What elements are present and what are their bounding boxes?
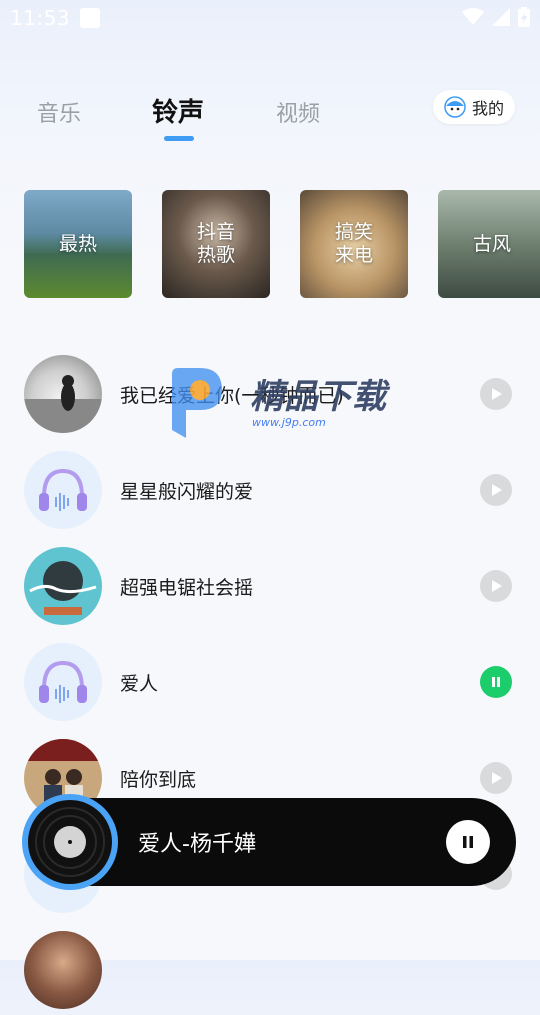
category-label: 最热 [58,232,97,255]
mine-label: 我的 [471,99,504,118]
song-row[interactable]: 星星般闪耀的爱 [0,445,540,535]
song-title: 星星般闪耀的爱 [120,481,254,503]
photo-man-icon [24,931,102,1009]
category-label: 古风 [472,232,511,255]
category-card-funny[interactable]: 搞笑 来电 [300,190,408,298]
mine-button[interactable]: 我的 [433,90,515,124]
tab-ringtone[interactable]: 铃声 [152,92,204,129]
category-card-douyin[interactable]: 抖音 热歌 [162,190,270,298]
signal-icon [492,8,510,26]
tab-music[interactable]: 音乐 [37,96,81,128]
category-card-hottest[interactable]: 最热 [24,190,132,298]
song-row[interactable]: 爱人 [0,637,540,727]
status-bar: 11:53 [0,0,540,36]
pause-icon [463,836,473,848]
wifi-icon [462,8,484,25]
song-row[interactable]: 超强电锯社会摇 [0,541,540,631]
user-avatar-icon [444,96,466,118]
now-playing-title: 爱人-杨千嬅 [138,832,256,857]
category-card-ancient[interactable]: 古风 [438,190,540,298]
play-button[interactable] [480,474,512,506]
play-button[interactable] [480,570,512,602]
category-label: 搞笑 来电 [334,221,373,266]
play-button[interactable] [480,762,512,794]
pause-button[interactable] [480,666,512,698]
play-button[interactable] [480,378,512,410]
photo-girl-icon [24,355,102,433]
play-icon [492,388,502,400]
play-icon [492,772,502,784]
song-row[interactable] [0,925,540,1015]
play-icon [492,484,502,496]
watermark-brand: 精品下载 [250,377,391,417]
tab-video[interactable]: 视频 [276,96,320,128]
song-title: 爱人 [120,673,159,695]
headphones-icon [24,451,102,529]
category-row: 最热 抖音 热歌 搞笑 来电 古风 [24,190,540,298]
battery-icon [518,7,530,27]
pause-icon [492,677,500,687]
watermark: 精品下载 www.j9p.com [168,364,408,444]
vinyl-disc-icon[interactable] [22,794,118,890]
notification-icon [80,8,100,28]
watermark-url: www.j9p.com [252,416,326,429]
status-time: 11:53 [10,6,71,30]
tab-bar: 音乐 铃声 视频 我的 [0,88,540,148]
album-art-icon [24,547,102,625]
headphones-icon [24,643,102,721]
category-label: 抖音 热歌 [196,221,235,266]
play-icon [492,580,502,592]
player-pause-button[interactable] [446,820,490,864]
active-tab-indicator [164,136,194,141]
song-title: 超强电锯社会摇 [120,577,254,599]
song-title: 陪你到底 [120,769,197,791]
